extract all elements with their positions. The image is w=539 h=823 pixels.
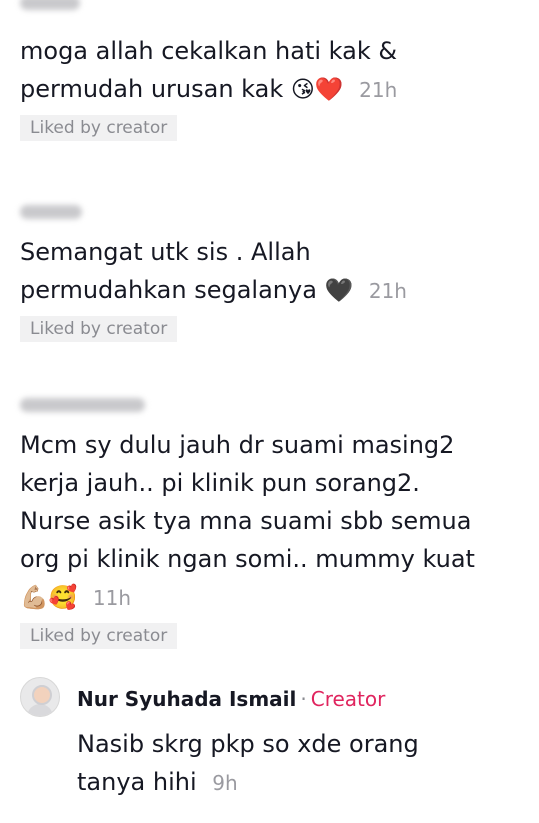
comment-3[interactable]: Mcm sy dulu jauh dr suami masing2 kerja … xyxy=(20,398,525,649)
separator-dot: · xyxy=(300,687,307,711)
liked-by-creator-badge: Liked by creator xyxy=(20,623,178,649)
comment-text: moga allah cekalkan hati kak & permudah … xyxy=(20,37,398,103)
comment-time: 11h xyxy=(92,586,132,610)
liked-by-creator-badge: Liked by creator xyxy=(20,316,178,342)
avatar[interactable] xyxy=(20,677,60,717)
liked-by-creator-badge: Liked by creator xyxy=(20,115,178,141)
black-heart-emoji: 🖤 xyxy=(324,278,354,304)
username-blurred xyxy=(20,398,145,412)
comment-time: 21h xyxy=(368,279,407,303)
kiss-heart-emoji: 😘❤️ xyxy=(290,77,344,103)
comment-time: 21h xyxy=(359,78,398,102)
creator-badge: Creator xyxy=(310,687,386,711)
reply-author-name[interactable]: Nur Syuhada Ismail xyxy=(77,687,296,711)
comment-1[interactable]: moga allah cekalkan hati kak & permudah … xyxy=(20,0,525,141)
reply-author-row: Nur Syuhada Ismail · Creator xyxy=(77,687,385,711)
comment-2[interactable]: Semangat utk sis . Allah permudahkan seg… xyxy=(20,205,525,342)
comment-text: Mcm sy dulu jauh dr suami masing2 kerja … xyxy=(20,431,475,611)
username-blurred xyxy=(20,0,80,10)
username-blurred xyxy=(20,205,82,219)
reply-text: Nasib skrg pkp so xde orang tanya hihi 9… xyxy=(77,730,419,796)
muscle-smile-emoji: 💪🏼🥰 xyxy=(20,585,78,611)
reply-time: 9h xyxy=(212,771,238,795)
comment-text: Semangat utk sis . Allah permudahkan seg… xyxy=(20,238,407,304)
